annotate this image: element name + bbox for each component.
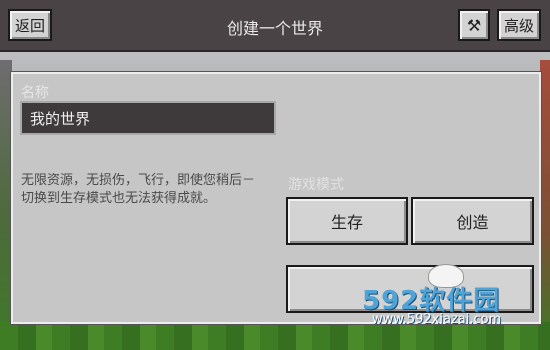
creative-label: 创造	[456, 213, 489, 232]
top-bar: 返回 创建一个世界 ⚒ 高级	[0, 0, 550, 52]
survival-label: 生存	[330, 213, 363, 232]
world-name-label: 名称	[21, 85, 49, 101]
creative-mode-button[interactable]: 创造	[411, 197, 534, 245]
mode-description: 无限资源，无损伤，飞行，即使您稍后－切换到生存模式也无法获得成就。	[21, 173, 256, 206]
watermark-url: www.592xiazai.com	[372, 312, 502, 327]
game-mode-label: 游戏模式	[288, 177, 344, 193]
world-background-right	[540, 60, 550, 350]
survival-mode-button[interactable]: 生存	[286, 197, 408, 245]
world-name-input[interactable]: 我的世界	[20, 101, 276, 135]
watermark: 592软件园 www.592xiazai.com	[350, 264, 540, 332]
advanced-button-label: 高级	[503, 16, 534, 35]
advanced-button[interactable]: 高级	[497, 9, 541, 41]
tools-icon-button[interactable]: ⚒	[458, 9, 490, 41]
hammer-icon: ⚒	[466, 15, 482, 35]
